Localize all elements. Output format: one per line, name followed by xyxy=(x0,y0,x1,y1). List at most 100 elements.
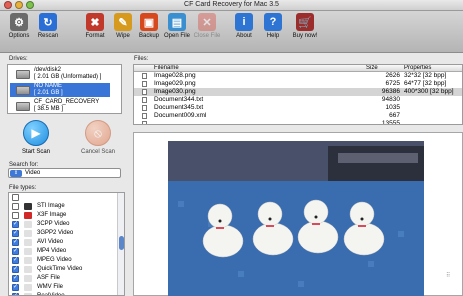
file-type-item[interactable] xyxy=(9,193,117,202)
drive-item[interactable]: NO NAME[ 2.01 GB ] xyxy=(10,83,110,97)
file-type-checkbox[interactable]: ✓ xyxy=(12,275,19,282)
play-icon: ▶ xyxy=(23,120,49,146)
title-bar: CF Card Recovery for Mac 3.5 xyxy=(0,0,463,11)
cancel-icon: ⦸ xyxy=(85,120,111,146)
start-scan-button[interactable]: ▶ Start Scan xyxy=(10,120,62,164)
options-icon: ⚙ xyxy=(10,13,28,31)
file-size: 94830 xyxy=(381,96,400,103)
file-type-checkbox[interactable]: ✓ xyxy=(12,284,19,291)
file-icon xyxy=(142,105,147,111)
column-size[interactable]: Size xyxy=(366,65,378,72)
file-properties: 400*300 [32 bpp] xyxy=(404,88,454,95)
window-title: CF Card Recovery for Mac 3.5 xyxy=(184,1,279,8)
file-types-label: File types: xyxy=(9,185,37,191)
file-types-list[interactable]: STI Image X3F Image ✓ 3CPP Video ✓ 3GPP2 Vide… xyxy=(8,192,125,296)
file-row[interactable]: Image029.png 6725 64*77 [32 bpp] xyxy=(134,80,462,88)
file-type-item[interactable]: STI Image xyxy=(9,202,117,211)
file-type-checkbox[interactable] xyxy=(12,194,19,201)
file-name: Document345.txt xyxy=(154,104,204,111)
file-type-icon xyxy=(24,239,32,246)
drive-item[interactable]: /dev/disk2[ 2.01 GB (Unformatted) ] xyxy=(10,67,110,81)
select-arrows-icon: ⇕ xyxy=(10,170,22,177)
file-icon xyxy=(142,73,147,79)
file-type-icon xyxy=(24,266,32,273)
file-type-item[interactable]: ✓ ASF File xyxy=(9,274,117,283)
format-icon: ✖ xyxy=(86,13,104,31)
file-types-scrollbar[interactable] xyxy=(117,193,124,295)
drive-icon xyxy=(16,102,30,111)
file-type-item[interactable]: ✓ QuickTime Video xyxy=(9,265,117,274)
column-filename[interactable]: Filename xyxy=(154,65,179,72)
file-type-label: MP4 Video xyxy=(37,248,67,254)
drive-size: [ 2.01 GB ] xyxy=(34,90,63,96)
file-size: 2626 xyxy=(385,72,400,79)
toolbar-label: Close File xyxy=(193,33,221,39)
file-type-checkbox[interactable]: ✓ xyxy=(12,230,19,237)
drive-item[interactable]: CF_CARD_RECOVERY[ 38.5 MB ] xyxy=(10,99,110,113)
drives-label: Drives: xyxy=(9,56,28,62)
open-file-button[interactable]: ▤ Open File xyxy=(160,13,194,39)
file-row[interactable]: Document344.txt 94830 xyxy=(134,96,462,104)
file-type-label: MPEG Video xyxy=(37,257,72,263)
close-file-button[interactable]: ✕ Close File xyxy=(190,13,224,39)
file-properties: 64*77 [32 bpp] xyxy=(404,80,447,87)
wipe-icon: ✎ xyxy=(114,13,132,31)
file-type-icon xyxy=(24,221,32,228)
file-type-icon xyxy=(24,284,32,291)
file-name: Document009.xml xyxy=(154,112,207,119)
backup-icon: ▣ xyxy=(140,13,158,31)
file-icon xyxy=(142,121,147,124)
file-row[interactable]: Document345.txt 1035 xyxy=(134,104,462,112)
preview-resize-grip[interactable]: ⠿ xyxy=(446,272,450,279)
file-row[interactable]: Image028.png 2626 32*32 [32 bpp] xyxy=(134,72,462,80)
rescan-button[interactable]: ↻ Rescan xyxy=(31,13,65,39)
cart-icon: 🛒 xyxy=(296,13,314,31)
drive-name: /dev/disk2 xyxy=(34,67,62,73)
file-icon xyxy=(142,89,147,95)
file-type-item[interactable]: ✓ MPEG Video xyxy=(9,256,117,265)
file-type-item[interactable]: ✓ WMV File xyxy=(9,283,117,292)
file-type-checkbox[interactable]: ✓ xyxy=(12,257,19,264)
file-row[interactable]: Image030.png 96386 400*300 [32 bpp] xyxy=(134,88,462,96)
file-type-checkbox[interactable]: ✓ xyxy=(12,239,19,246)
drive-icon xyxy=(16,86,30,95)
file-type-item[interactable]: ✓ 3GPP2 Video xyxy=(9,229,117,238)
file-type-label: AVI Video xyxy=(37,239,64,245)
cancel-scan-button[interactable]: ⦸ Cancel Scan xyxy=(72,120,124,164)
file-type-label: RealVideo xyxy=(37,293,65,296)
drive-size: [ 38.5 MB ] xyxy=(34,106,64,112)
about-icon: i xyxy=(235,13,253,31)
file-type-checkbox[interactable]: ✓ xyxy=(12,221,19,228)
drive-name: CF_CARD_RECOVERY xyxy=(34,99,100,105)
file-name: Document344.txt xyxy=(154,96,204,103)
file-type-item[interactable]: ✓ MP4 Video xyxy=(9,247,117,256)
close-file-icon: ✕ xyxy=(198,13,216,31)
file-type-item[interactable]: X3F Image xyxy=(9,211,117,220)
files-table[interactable]: Filename Size Properties Image028.png 262… xyxy=(133,64,463,125)
file-type-item[interactable]: ✓ AVI Video xyxy=(9,238,117,247)
file-name: Image030.png xyxy=(154,88,196,95)
file-type-icon xyxy=(24,248,32,255)
drives-list[interactable]: /dev/disk2[ 2.01 GB (Unformatted) ] NO NA… xyxy=(7,64,122,114)
file-type-checkbox[interactable] xyxy=(12,212,19,219)
file-type-checkbox[interactable] xyxy=(12,203,19,210)
file-name: Image028.png xyxy=(154,72,196,79)
file-type-item[interactable]: ✓ 3CPP Video xyxy=(9,220,117,229)
file-size: 6725 xyxy=(385,80,400,87)
file-type-label: 3GPP2 Video xyxy=(37,230,74,236)
file-type-item[interactable]: ✓ RealVideo xyxy=(9,292,117,296)
file-type-checkbox[interactable]: ✓ xyxy=(12,266,19,273)
file-icon xyxy=(142,81,147,87)
file-icon xyxy=(142,113,147,119)
preview-image xyxy=(168,141,424,296)
buy-now-button[interactable]: 🛒 Buy now! xyxy=(288,13,322,39)
file-row[interactable]: Document009.xml 667 xyxy=(134,112,462,120)
scroll-thumb[interactable] xyxy=(119,236,124,250)
help-button[interactable]: ? Help xyxy=(256,13,290,39)
search-select[interactable]: ⇕ Video xyxy=(8,168,121,178)
files-label: Files: xyxy=(134,56,149,62)
column-properties[interactable]: Properties xyxy=(404,65,431,72)
file-type-icon xyxy=(24,230,32,237)
file-type-checkbox[interactable]: ✓ xyxy=(12,248,19,255)
file-row[interactable]: 13555 xyxy=(134,120,462,124)
